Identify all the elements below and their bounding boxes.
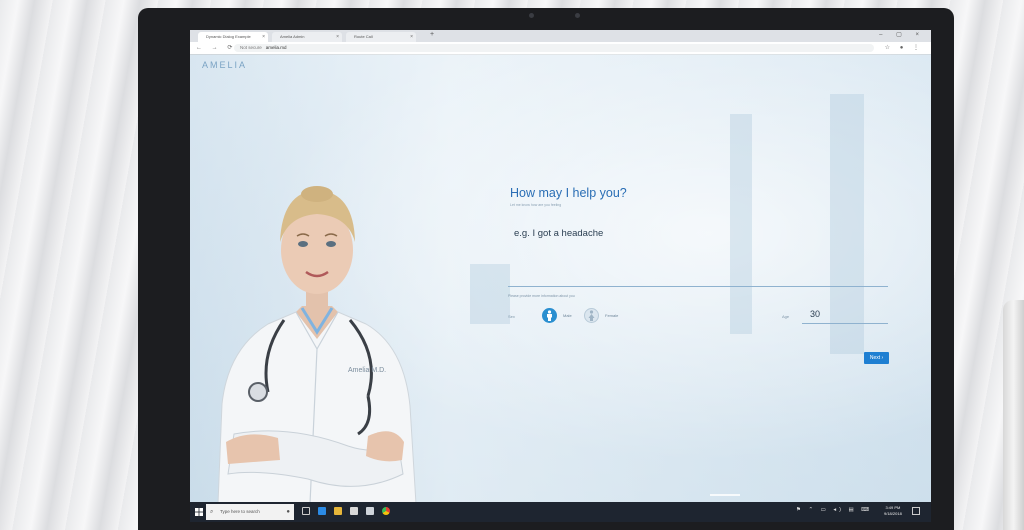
new-tab-icon[interactable]: +	[430, 31, 434, 38]
edge-icon[interactable]	[318, 507, 326, 515]
window-controls[interactable]: – ▢ ×	[879, 31, 925, 38]
taskbar: ⌕ Type here to search ● ⚑ ⌃ ▭ ◂) ▤ ⌨ 3:4…	[190, 502, 931, 522]
camera-dot	[529, 13, 534, 18]
help-subheading: Let me know how are you feeling	[510, 203, 562, 207]
not-secure-label: Not secure	[240, 45, 262, 50]
provide-info-text: Please provide more information about yo…	[508, 294, 575, 298]
background-column	[730, 114, 752, 334]
taskbar-clock[interactable]: 3:49 PM 9/18/2018	[884, 505, 902, 517]
search-icon: ⌕	[210, 509, 214, 515]
camera-dot	[575, 13, 580, 18]
male-label: Male	[563, 312, 572, 318]
screen: Dynamic Dialog Example × Amelia Admin × …	[190, 30, 931, 522]
tab-label: Route Call	[354, 34, 373, 39]
avatar-badge-text: Amelia M.D.	[348, 367, 386, 374]
male-icon[interactable]	[542, 307, 557, 323]
female-label: Female	[605, 312, 619, 318]
sex-label: Sex	[508, 314, 515, 319]
windows-start-icon[interactable]	[192, 505, 206, 519]
file-explorer-icon[interactable]	[334, 507, 342, 515]
browser-tab-bar: Dynamic Dialog Example × Amelia Admin × …	[190, 30, 931, 42]
age-value: 30	[810, 309, 821, 319]
background-column	[470, 264, 510, 324]
browser-tab[interactable]: Dynamic Dialog Example ×	[198, 32, 268, 42]
store-icon[interactable]	[350, 507, 358, 515]
tab-label: Amelia Admin	[280, 34, 305, 39]
task-view-icon[interactable]	[302, 507, 310, 515]
symptom-input[interactable]: e.g. I got a headache	[514, 228, 603, 239]
taskbar-search[interactable]: ⌕ Type here to search ●	[206, 504, 294, 520]
taskbar-search-placeholder: Type here to search	[220, 509, 260, 514]
sex-option-female[interactable]: Female	[584, 307, 618, 323]
monitor: Dynamic Dialog Example × Amelia Admin × …	[138, 8, 954, 530]
url-text: amelia.md	[265, 45, 287, 50]
browser-tab[interactable]: Amelia Admin ×	[272, 32, 342, 42]
notification-icon[interactable]	[912, 507, 920, 515]
browser-menu-icons[interactable]: ☆ ● ⋮	[885, 44, 923, 51]
doctor-avatar: Amelia M.D.	[217, 186, 417, 502]
sex-option-male[interactable]: Male	[542, 307, 572, 323]
age-label: Age	[782, 314, 790, 319]
clock-date: 9/18/2018	[884, 511, 902, 516]
age-field[interactable]: 30	[802, 306, 888, 324]
system-tray-icons[interactable]: ⚑ ⌃ ▭ ◂) ▤ ⌨	[796, 507, 872, 513]
nav-buttons[interactable]: ← → ⟳	[196, 44, 236, 51]
screen-glare	[710, 494, 740, 496]
close-tab-icon[interactable]: ×	[336, 32, 339, 42]
side-object	[1003, 300, 1024, 530]
female-icon[interactable]	[584, 307, 599, 323]
url-field[interactable]: Not secure amelia.md	[234, 44, 874, 52]
chrome-icon[interactable]	[382, 507, 390, 515]
tab-label: Dynamic Dialog Example	[206, 34, 251, 39]
amelia-logo: AMELIA	[202, 60, 248, 70]
microphone-icon[interactable]: ●	[286, 504, 290, 520]
symptom-input-underline	[508, 286, 888, 287]
mail-icon[interactable]	[366, 507, 374, 515]
browser-tab[interactable]: Route Call ×	[346, 32, 416, 42]
close-tab-icon[interactable]: ×	[410, 32, 413, 42]
next-button[interactable]: Next ›	[864, 352, 889, 364]
help-heading: How may I help you?	[510, 186, 627, 200]
close-tab-icon[interactable]: ×	[262, 32, 265, 42]
app-viewport: AMELIA Amelia M.D. How may I help you? L…	[190, 54, 931, 502]
